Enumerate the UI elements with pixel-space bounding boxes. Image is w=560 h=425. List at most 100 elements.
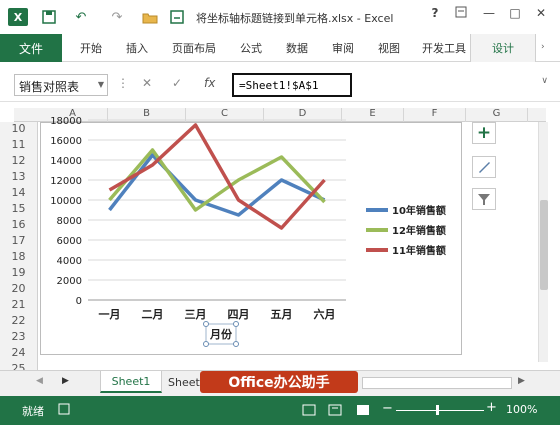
sheet-tab-sheet1[interactable]: Sheet1 xyxy=(100,371,162,393)
next-sheet-icon[interactable]: ▶ xyxy=(62,376,69,386)
help-button[interactable]: ? xyxy=(424,6,446,26)
x-tick-label: 三月 xyxy=(185,308,207,321)
row-header[interactable]: 13 xyxy=(0,170,38,186)
y-tick-label: 8000 xyxy=(57,216,82,227)
x-tick-label: 二月 xyxy=(142,308,164,321)
row-header[interactable]: 15 xyxy=(0,202,38,218)
chart-filters-button[interactable] xyxy=(472,188,496,210)
y-tick-label: 18000 xyxy=(50,116,82,127)
line-chart: 18000 16000 14000 12000 10000 8000 6000 4000 200… xyxy=(50,116,446,347)
row-header[interactable]: 19 xyxy=(0,266,38,282)
tab-data[interactable]: 数据 xyxy=(286,40,308,56)
zoom-out-icon[interactable]: − xyxy=(382,401,393,416)
tab-formulas[interactable]: 公式 xyxy=(240,40,262,56)
tab-design[interactable]: 设计 xyxy=(470,34,536,62)
row-header[interactable]: 14 xyxy=(0,186,38,202)
row-header[interactable]: 16 xyxy=(0,218,38,234)
x-tick-label: 六月 xyxy=(314,307,336,321)
chart-styles-button[interactable] xyxy=(472,156,496,178)
excel-logo-icon: X xyxy=(8,8,28,26)
minimize-button[interactable]: — xyxy=(478,6,500,26)
y-tick-label: 4000 xyxy=(57,256,82,267)
status-bar: 就绪 − + 100% xyxy=(0,396,560,425)
formula-input[interactable]: =Sheet1!$A$1 xyxy=(232,73,352,97)
page-break-view-icon[interactable] xyxy=(356,404,370,419)
row-header[interactable]: 25 xyxy=(0,362,38,370)
fx-icon[interactable]: fx xyxy=(204,76,215,90)
more-icon: ⋮ xyxy=(117,76,129,90)
y-tick-label: 14000 xyxy=(50,156,82,167)
vertical-scrollbar[interactable] xyxy=(538,122,548,362)
status-ready: 就绪 xyxy=(22,405,44,418)
scroll-right-icon[interactable]: ▶ xyxy=(518,376,525,386)
prev-sheet-icon[interactable]: ◀ xyxy=(36,376,43,386)
tab-developer[interactable]: 开发工具 xyxy=(422,40,466,56)
watermark-logo: Office办公助手 xyxy=(200,371,358,393)
x-tick-label: 五月 xyxy=(271,308,293,321)
scroll-thumb[interactable] xyxy=(540,200,548,290)
y-tick-label: 6000 xyxy=(57,236,82,247)
y-tick-label: 10000 xyxy=(50,196,82,207)
row-header[interactable]: 17 xyxy=(0,234,38,250)
window-title: 将坐标轴标题链接到单元格.xlsx - Excel xyxy=(196,12,394,25)
redo-icon[interactable]: ↷ xyxy=(106,8,128,26)
filter-icon xyxy=(478,194,490,205)
y-tick-label: 2000 xyxy=(57,276,82,287)
undo-icon[interactable]: ↶ xyxy=(70,8,92,26)
tab-page-layout[interactable]: 页面布局 xyxy=(172,40,216,56)
title-bar: X ↶ ↷ 将坐标轴标题链接到单元格.xlsx - Excel ? — □ ✕ xyxy=(0,0,560,34)
y-tick-label: 12000 xyxy=(50,176,82,187)
formula-bar: 销售对照表 ▼ ⋮ ✕ ✓ fx =Sheet1!$A$1 ∨ xyxy=(0,62,560,102)
enter-icon[interactable]: ✓ xyxy=(172,76,182,90)
cancel-icon[interactable]: ✕ xyxy=(142,76,152,90)
open-folder-icon[interactable] xyxy=(140,8,160,26)
tab-home[interactable]: 开始 xyxy=(80,40,102,56)
x-axis-title: 月份 xyxy=(209,327,233,341)
sheet-tab-sheet2[interactable]: Sheet xyxy=(168,376,200,389)
row-header[interactable]: 24 xyxy=(0,346,38,362)
legend-label: 10年销售额 xyxy=(392,204,446,217)
ribbon-tabs: 文件 开始 插入 页面布局 公式 数据 审阅 视图 开发工具 设计 › xyxy=(0,34,560,62)
tab-review[interactable]: 审阅 xyxy=(332,40,354,56)
y-tick-label: 0 xyxy=(76,296,82,307)
save-icon[interactable] xyxy=(40,8,58,26)
close-button[interactable]: ✕ xyxy=(530,6,552,26)
print-preview-icon[interactable] xyxy=(168,8,186,26)
tab-view[interactable]: 视图 xyxy=(378,40,400,56)
row-header[interactable]: 11 xyxy=(0,138,38,154)
selection-handle xyxy=(233,321,239,327)
y-tick-label: 16000 xyxy=(50,136,82,147)
tab-file[interactable]: 文件 xyxy=(0,34,62,62)
zoom-level[interactable]: 100% xyxy=(506,403,537,416)
zoom-in-icon[interactable]: + xyxy=(486,400,497,415)
legend-label: 12年销售额 xyxy=(392,224,446,237)
x-tick-label: 一月 xyxy=(99,308,121,321)
row-header[interactable]: 23 xyxy=(0,330,38,346)
column-header[interactable]: G xyxy=(466,108,528,122)
plus-icon: + xyxy=(476,123,492,143)
horizontal-scrollbar[interactable] xyxy=(362,377,512,389)
normal-view-icon[interactable] xyxy=(302,404,316,419)
x-tick-label: 四月 xyxy=(228,308,250,321)
macro-record-icon[interactable] xyxy=(58,403,70,418)
chevron-down-icon[interactable]: ▼ xyxy=(98,80,104,89)
chart-elements-button[interactable]: + xyxy=(472,122,496,144)
ribbon-scroll-icon[interactable]: › xyxy=(541,42,545,52)
expand-formula-icon[interactable]: ∨ xyxy=(541,76,548,86)
name-box[interactable]: 销售对照表 ▼ xyxy=(14,74,108,96)
row-header[interactable]: 20 xyxy=(0,282,38,298)
row-header[interactable]: 21 xyxy=(0,298,38,314)
page-layout-view-icon[interactable] xyxy=(328,404,342,419)
zoom-slider[interactable] xyxy=(396,410,484,411)
selection-handle xyxy=(233,341,239,347)
row-header[interactable]: 22 xyxy=(0,314,38,330)
tab-insert[interactable]: 插入 xyxy=(126,40,148,56)
selection-handle xyxy=(203,321,209,327)
ribbon-display-icon[interactable] xyxy=(450,6,472,26)
row-header[interactable]: 10 xyxy=(0,122,38,138)
restore-button[interactable]: □ xyxy=(504,6,526,26)
selection-handle xyxy=(203,341,209,347)
row-header[interactable]: 12 xyxy=(0,154,38,170)
row-header[interactable]: 18 xyxy=(0,250,38,266)
zoom-slider-thumb[interactable] xyxy=(436,405,439,415)
